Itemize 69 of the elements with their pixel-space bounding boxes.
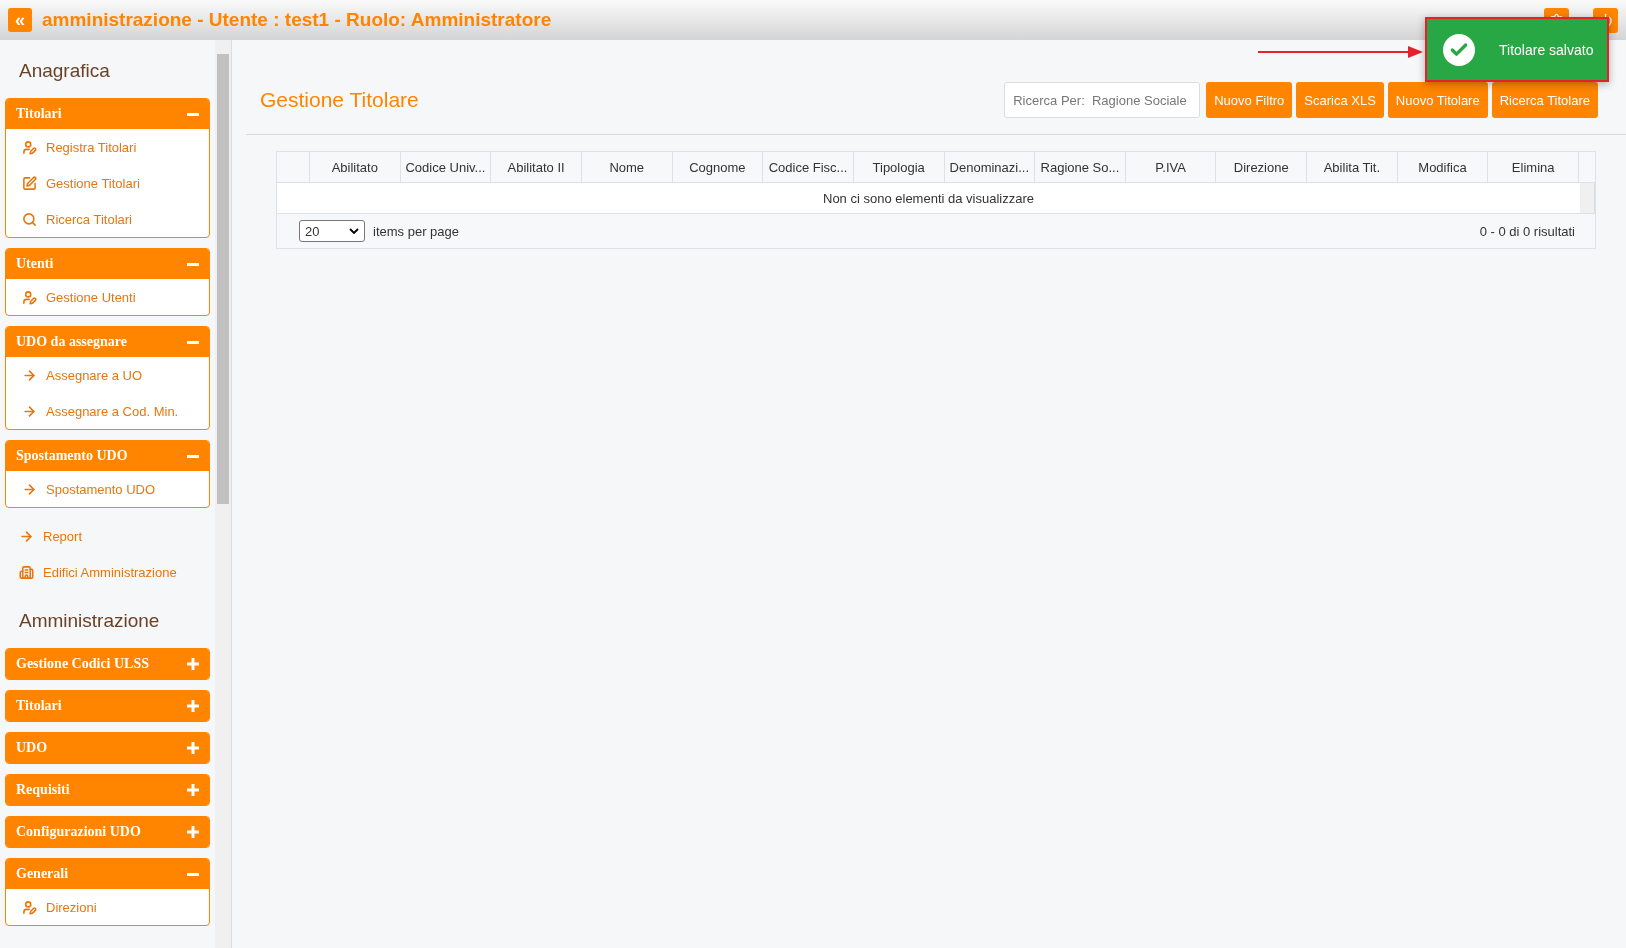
user-edit-icon xyxy=(22,899,37,915)
menu-item-label: Registra Titolari xyxy=(46,139,137,155)
menu-group-header[interactable]: Gestione Codici ULSS xyxy=(6,649,209,679)
minus-icon xyxy=(187,872,199,876)
scrollbar[interactable] xyxy=(1580,183,1595,213)
menu-item[interactable]: Ricerca Titolari xyxy=(6,201,209,237)
menu-item-label: Spostamento UDO xyxy=(46,481,156,497)
menu-item[interactable]: Direzioni xyxy=(6,889,209,925)
toolbar-button[interactable]: Ricerca Titolare xyxy=(1491,82,1598,118)
menu-group-header[interactable]: Requisiti xyxy=(6,775,209,805)
user-edit-icon xyxy=(22,289,37,305)
search-field[interactable]: Ricerca Per: Ragione Sociale xyxy=(1004,82,1201,118)
pencil-square-icon xyxy=(22,175,37,191)
toolbar-button[interactable]: Nuovo Filtro xyxy=(1206,82,1293,118)
menu-link[interactable]: Edifici Amministrazione xyxy=(5,554,215,590)
menu-item[interactable]: Gestione Titolari xyxy=(6,165,209,201)
menu-item[interactable]: Gestione Utenti xyxy=(6,279,209,315)
results-summary: 0 - 0 di 0 risultati xyxy=(1479,223,1575,239)
scrollbar-thumb[interactable] xyxy=(217,54,229,504)
menu-item[interactable]: Spostamento UDO xyxy=(6,471,209,507)
plus-icon xyxy=(187,826,199,838)
menu-link-label: Report xyxy=(43,528,83,544)
minus-icon xyxy=(187,340,199,344)
building-icon xyxy=(19,564,34,580)
plus-icon xyxy=(187,742,199,754)
menu-item-label: Gestione Utenti xyxy=(46,289,136,305)
menu-group-header[interactable]: Titolari xyxy=(6,691,209,721)
arrow-right-icon xyxy=(19,528,34,544)
menu-group-header[interactable]: Spostamento UDO xyxy=(6,441,209,471)
menu-group-header[interactable]: Configurazioni UDO xyxy=(6,817,209,847)
page-size-select[interactable]: 20 xyxy=(299,220,365,242)
section-heading: Amministrazione xyxy=(18,609,161,633)
section-heading: Anagrafica xyxy=(18,59,111,83)
caret-icon xyxy=(349,228,359,234)
minus-icon xyxy=(187,454,199,458)
menu-link[interactable]: Report xyxy=(5,518,215,554)
page-size-label: items per page xyxy=(373,223,459,239)
plus-icon xyxy=(187,658,199,670)
arrow-right-icon xyxy=(22,403,37,419)
plus-icon xyxy=(187,784,199,796)
menu-item[interactable]: Assegnare a Cod. Min. xyxy=(6,393,209,429)
menu-item[interactable]: Registra Titolari xyxy=(6,129,209,165)
minus-icon xyxy=(187,262,199,266)
user-edit-icon xyxy=(22,139,37,155)
menu-group-header[interactable]: Generali xyxy=(6,859,209,889)
menu-item-label: Ricerca Titolari xyxy=(46,211,132,227)
check-icon xyxy=(1443,33,1475,66)
menu-link-label: Edifici Amministrazione xyxy=(43,564,177,580)
menu-item[interactable]: Assegnare a UO xyxy=(6,357,209,393)
toolbar-button[interactable]: Nuovo Titolare xyxy=(1387,82,1488,118)
menu-item-label: Assegnare a Cod. Min. xyxy=(46,403,179,419)
page-title: Gestione Titolare xyxy=(260,88,420,112)
menu-group-header[interactable]: UDO xyxy=(6,733,209,763)
arrow-right-icon xyxy=(22,481,37,497)
menu-group-header[interactable]: Titolari xyxy=(6,99,209,129)
plus-icon xyxy=(187,700,199,712)
arrow-right-icon xyxy=(22,367,37,383)
menu-item-label: Direzioni xyxy=(46,899,97,915)
search-icon xyxy=(22,211,37,227)
menu-item-label: Assegnare a UO xyxy=(46,367,143,383)
window-title: amministrazione - Utente : test1 - Ruolo: Amministratore xyxy=(42,9,553,31)
minus-icon xyxy=(187,112,199,116)
empty-message: Non ci sono elementi da visualizzare xyxy=(823,190,1034,206)
menu-item-label: Gestione Titolari xyxy=(46,175,140,191)
menu-group-header[interactable]: Utenti xyxy=(6,249,209,279)
sidebar-toggle-button[interactable]: « xyxy=(8,8,32,32)
toast-message: Titolare salvato xyxy=(1499,41,1594,58)
menu-group-header[interactable]: UDO da assegnare xyxy=(6,327,209,357)
toolbar-button[interactable]: Scarica XLS xyxy=(1296,82,1384,118)
